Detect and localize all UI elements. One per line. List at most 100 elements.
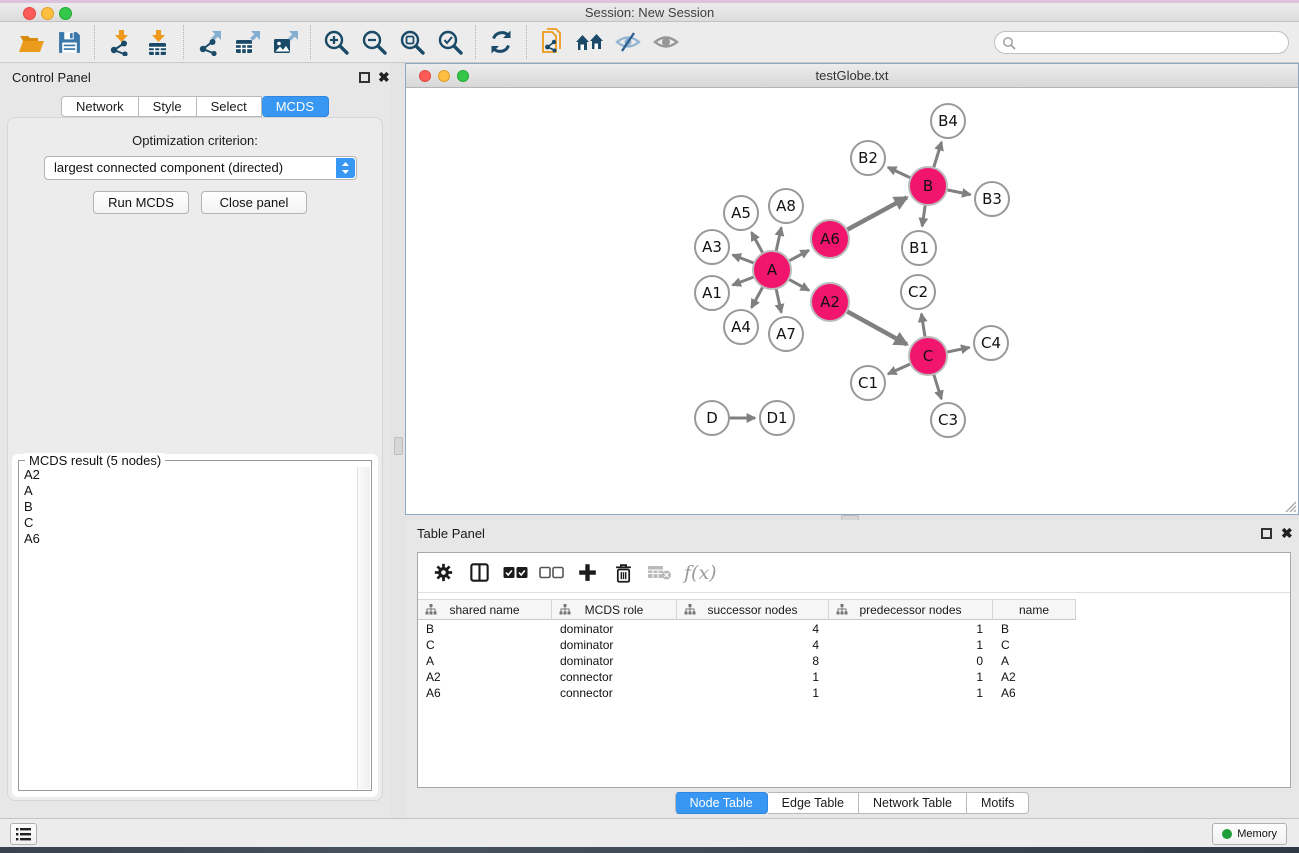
export-network-button[interactable]: [190, 25, 228, 59]
table-cell[interactable]: dominator: [552, 621, 677, 637]
table-row[interactable]: A2connector11A2: [418, 669, 1076, 685]
table-tab-network-table[interactable]: Network Table: [859, 792, 967, 814]
tab-network[interactable]: Network: [61, 96, 139, 117]
memory-button[interactable]: Memory: [1212, 823, 1287, 845]
deselect-all-button[interactable]: [536, 559, 566, 587]
tab-mcds[interactable]: MCDS: [262, 96, 329, 117]
table-cell[interactable]: dominator: [552, 653, 677, 669]
destroy-table-button[interactable]: [644, 559, 674, 587]
table-cell[interactable]: C: [418, 637, 552, 653]
table-cell[interactable]: 0: [829, 653, 993, 669]
table-cell[interactable]: 1: [829, 637, 993, 653]
resize-grip-icon[interactable]: [1283, 499, 1297, 513]
open-file-button[interactable]: [12, 25, 50, 59]
table-panel-content: f(x) shared name MCDS role successor nodes…: [417, 552, 1291, 788]
table-body: Bdominator41BCdominator41CAdominator80AA…: [418, 621, 1076, 701]
table-cell[interactable]: dominator: [552, 637, 677, 653]
network-zoom-button[interactable]: [457, 70, 469, 82]
table-cell[interactable]: A6: [418, 685, 552, 701]
export-table-button[interactable]: [228, 25, 266, 59]
select-all-button[interactable]: [500, 559, 530, 587]
table-tab-motifs[interactable]: Motifs: [967, 792, 1029, 814]
table-cell[interactable]: A6: [993, 685, 1076, 701]
network-from-file-button[interactable]: [533, 25, 571, 59]
save-session-button[interactable]: [50, 25, 88, 59]
vertical-split-handle[interactable]: [394, 437, 403, 455]
table-cell[interactable]: 1: [829, 685, 993, 701]
window-close-button[interactable]: [23, 7, 36, 20]
table-cell[interactable]: A2: [993, 669, 1076, 685]
toolbar-separator: [475, 25, 476, 59]
table-cell[interactable]: B: [418, 621, 552, 637]
close-panel-icon[interactable]: ✖: [378, 69, 390, 85]
column-header-successor-nodes[interactable]: successor nodes: [677, 600, 829, 619]
mcds-result-item[interactable]: A2: [20, 467, 356, 483]
zoom-out-button[interactable]: [355, 25, 393, 59]
mcds-list-scrollbar[interactable]: [357, 467, 370, 789]
table-cell[interactable]: 4: [677, 637, 829, 653]
zoom-out-icon: [361, 29, 388, 56]
table-cell[interactable]: 1: [829, 621, 993, 637]
table-cell[interactable]: 4: [677, 621, 829, 637]
export-image-button[interactable]: [266, 25, 304, 59]
run-mcds-button[interactable]: Run MCDS: [93, 191, 189, 214]
network-minimize-button[interactable]: [438, 70, 450, 82]
home-layout-button[interactable]: [571, 25, 609, 59]
table-settings-button[interactable]: [428, 559, 458, 587]
float-table-panel-icon[interactable]: [1261, 528, 1272, 539]
table-cell[interactable]: connector: [552, 685, 677, 701]
close-panel-button[interactable]: Close panel: [201, 191, 307, 214]
table-cell[interactable]: A: [993, 653, 1076, 669]
task-history-button[interactable]: [10, 823, 37, 845]
table-cell[interactable]: 1: [677, 685, 829, 701]
column-header-predecessor-nodes[interactable]: predecessor nodes: [829, 600, 993, 619]
column-header-name[interactable]: name: [993, 600, 1076, 619]
window-minimize-button[interactable]: [41, 7, 54, 20]
column-header-label: MCDS role: [585, 603, 644, 617]
delete-column-button[interactable]: [608, 559, 638, 587]
mcds-result-item[interactable]: C: [20, 515, 356, 531]
mcds-result-item[interactable]: B: [20, 499, 356, 515]
network-canvas[interactable]: B4B2BB3A5A8A6A3B1AA1C2A2A4A7C4CC1C3DD1: [407, 89, 1297, 514]
mcds-result-item[interactable]: A: [20, 483, 356, 499]
import-table-button[interactable]: [139, 25, 177, 59]
table-row[interactable]: A6connector11A6: [418, 685, 1076, 701]
column-layout-button[interactable]: [464, 559, 494, 587]
tab-style[interactable]: Style: [139, 96, 197, 117]
table-row[interactable]: Bdominator41B: [418, 621, 1076, 637]
table-cell[interactable]: 1: [829, 669, 993, 685]
table-cell[interactable]: 1: [677, 669, 829, 685]
table-row[interactable]: Cdominator41C: [418, 637, 1076, 653]
table-cell[interactable]: A2: [418, 669, 552, 685]
window-zoom-button[interactable]: [59, 7, 72, 20]
tab-select[interactable]: Select: [197, 96, 262, 117]
show-details-button[interactable]: [647, 25, 685, 59]
close-table-panel-icon[interactable]: ✖: [1281, 525, 1293, 541]
refresh-button[interactable]: [482, 25, 520, 59]
function-builder-button[interactable]: f(x): [684, 562, 717, 584]
table-cell[interactable]: C: [993, 637, 1076, 653]
table-tab-edge-table[interactable]: Edge Table: [768, 792, 859, 814]
column-header-shared-name[interactable]: shared name: [418, 600, 552, 619]
search-input[interactable]: [1016, 34, 1288, 52]
add-column-button[interactable]: [572, 559, 602, 587]
criterion-select[interactable]: largest connected component (directed): [44, 156, 357, 180]
import-network-button[interactable]: [101, 25, 139, 59]
node-label-C4: C4: [981, 334, 1001, 352]
search-box[interactable]: [994, 31, 1289, 54]
table-cell[interactable]: B: [993, 621, 1076, 637]
table-tab-node-table[interactable]: Node Table: [675, 792, 768, 814]
table-cell[interactable]: 8: [677, 653, 829, 669]
float-panel-icon[interactable]: [359, 72, 370, 83]
mcds-result-item[interactable]: A6: [20, 531, 356, 547]
column-header-MCDS-role[interactable]: MCDS role: [552, 600, 677, 619]
table-row[interactable]: Adominator80A: [418, 653, 1076, 669]
network-close-button[interactable]: [419, 70, 431, 82]
zoom-selected-button[interactable]: [431, 25, 469, 59]
hide-details-button[interactable]: [609, 25, 647, 59]
zoom-fit-button[interactable]: [393, 25, 431, 59]
select-stepper: [336, 158, 355, 178]
table-cell[interactable]: connector: [552, 669, 677, 685]
table-cell[interactable]: A: [418, 653, 552, 669]
zoom-in-button[interactable]: [317, 25, 355, 59]
